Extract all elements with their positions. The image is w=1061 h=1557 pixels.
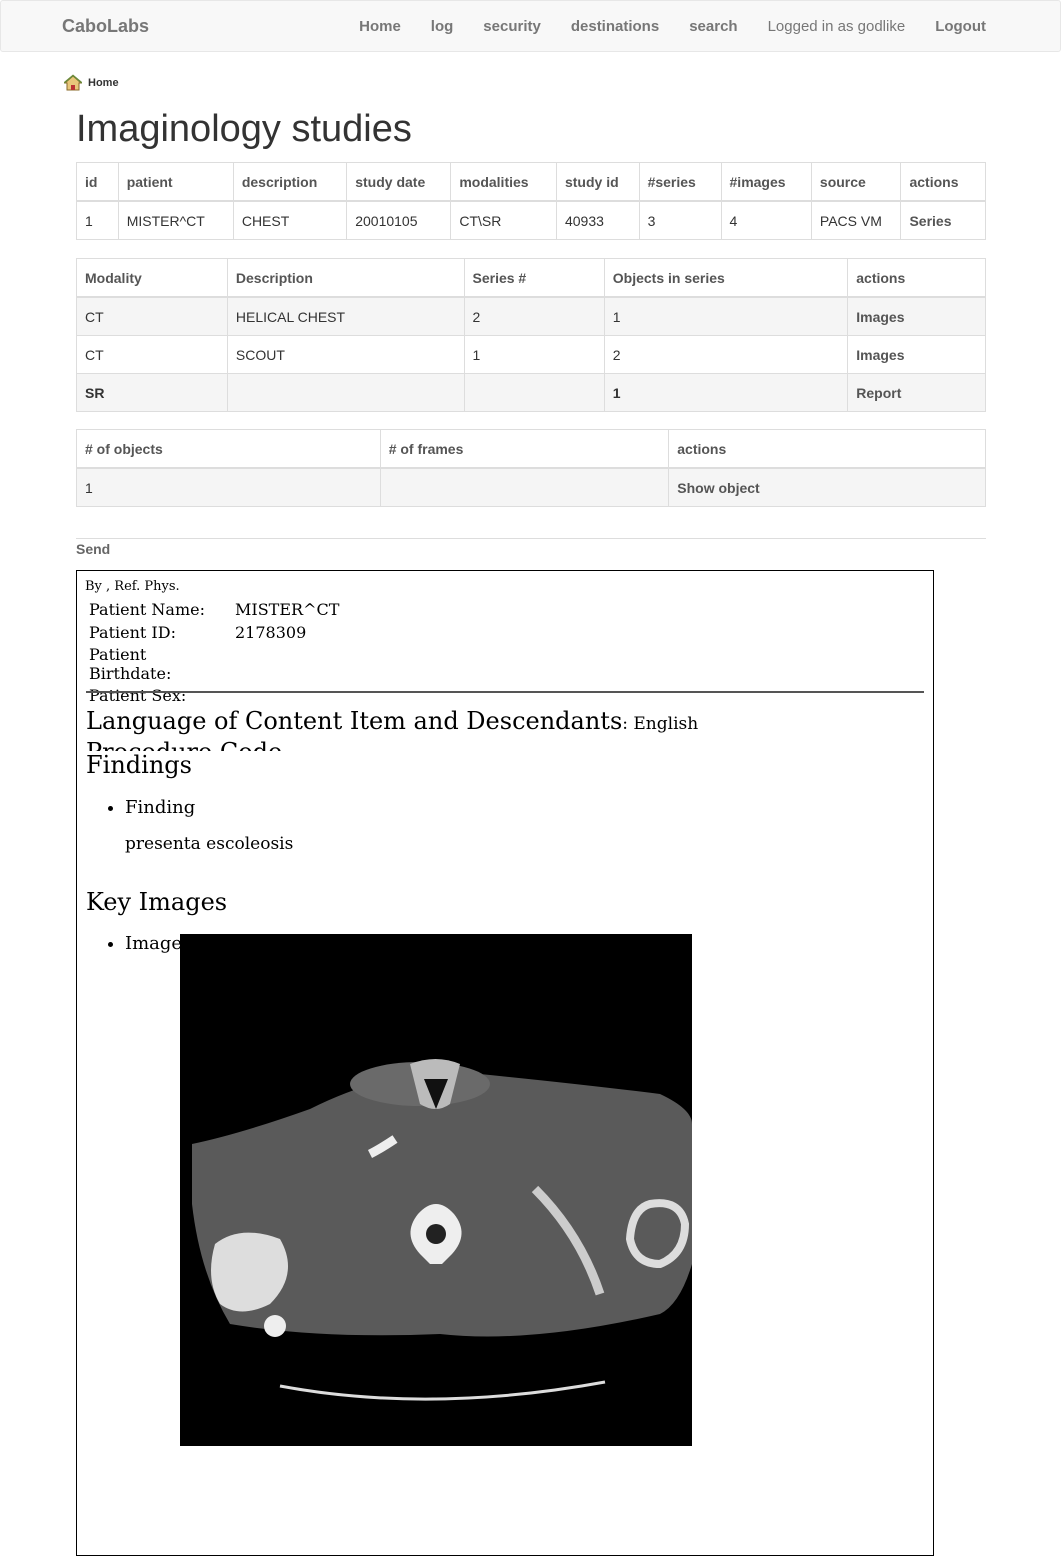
nav-security[interactable]: security	[483, 18, 541, 35]
navbar: CaboLabs Home log security destinations …	[0, 0, 1061, 52]
table-cell	[463, 373, 605, 412]
action-link[interactable]: Series	[900, 200, 986, 240]
nav-search[interactable]: search	[689, 18, 737, 35]
table-cell	[379, 467, 670, 507]
table-cell: CT	[76, 296, 228, 336]
send-button[interactable]: Send	[76, 541, 110, 557]
series-header: Description	[226, 258, 465, 298]
series-header: actions	[847, 258, 986, 298]
patient-sex-value	[232, 684, 342, 707]
page-title: Imaginology studies	[76, 108, 412, 150]
language-heading: Language of Content Item and Descendants…	[86, 707, 698, 735]
table-cell: 3	[638, 200, 722, 240]
action-link[interactable]: Images	[847, 335, 986, 374]
table-cell: 4	[720, 200, 812, 240]
table-row: SR 1 Report	[76, 373, 986, 412]
table-cell: 1	[603, 296, 849, 336]
studies-header: study date	[346, 162, 452, 202]
studies-header: actions	[900, 162, 986, 202]
action-link[interactable]: Show object	[668, 467, 986, 507]
findings-list: Finding	[107, 797, 195, 818]
patient-name-value: MISTER^CT	[235, 600, 340, 619]
finding-item: Finding	[125, 797, 195, 818]
key-images-list: Image	[107, 933, 182, 954]
patient-sex-label: Patient Sex:	[89, 686, 187, 705]
table-cell: 1	[76, 200, 119, 240]
patient-birthdate-value	[232, 644, 342, 684]
nav-destinations[interactable]: destinations	[571, 18, 659, 35]
table-cell: CT	[76, 335, 228, 374]
table-cell	[226, 373, 465, 412]
patient-name-label: Patient Name:	[89, 600, 205, 619]
patient-birthdate-label: Patient Birthdate:	[89, 645, 172, 683]
nav-home[interactable]: Home	[359, 18, 401, 35]
findings-heading: Findings	[86, 751, 192, 779]
table-cell: 1	[603, 373, 849, 412]
table-row: 1 MISTER^CT CHEST 20010105 CT\SR 40933 3 4 PACS …	[76, 200, 986, 240]
table-cell: SCOUT	[226, 335, 465, 374]
table-cell: MISTER^CT	[117, 200, 234, 240]
brand-link[interactable]: CaboLabs	[62, 16, 149, 37]
table-row: CT HELICAL CHEST 2 1 Images	[76, 296, 986, 336]
nav-log[interactable]: log	[431, 18, 454, 35]
logout-link[interactable]: Logout	[935, 18, 986, 35]
breadcrumb: Home	[63, 74, 119, 92]
table-cell: 1	[463, 335, 605, 374]
home-icon	[63, 74, 83, 92]
report-divider	[86, 691, 924, 693]
studies-header: patient	[117, 162, 234, 202]
sr-report-frame: By , Ref. Phys. Patient Name: MISTER^CT P…	[76, 570, 934, 1556]
language-label: Language of Content Item and Descendants	[86, 707, 623, 735]
ct-key-image	[180, 934, 692, 1446]
studies-header: id	[76, 162, 119, 202]
patient-id-value: 2178309	[235, 623, 307, 642]
patient-id-label: Patient ID:	[89, 623, 176, 642]
series-header: Series #	[463, 258, 605, 298]
objects-header: # of objects	[76, 429, 381, 469]
table-cell: HELICAL CHEST	[226, 296, 465, 336]
studies-header: study id	[555, 162, 640, 202]
studies-table: id patient description study date modalities…	[76, 162, 986, 240]
image-item: Image	[125, 933, 182, 954]
procedure-code-heading: Procedure Code	[86, 737, 282, 751]
table-row: 1 Show object	[76, 467, 986, 507]
key-images-heading: Key Images	[86, 888, 228, 916]
finding-text: presenta escoleosis	[125, 834, 294, 854]
nav-links: Home log security destinations search Lo…	[329, 1, 986, 51]
table-cell: PACS VM	[810, 200, 902, 240]
table-cell: SR	[76, 373, 228, 412]
studies-header: #images	[720, 162, 812, 202]
divider	[76, 538, 986, 539]
studies-header: #series	[638, 162, 722, 202]
language-value: : English	[622, 714, 699, 734]
table-cell: 2	[463, 296, 605, 336]
objects-table: # of objects # of frames actions 1 Show obje…	[76, 429, 986, 507]
table-cell: 20010105	[346, 200, 452, 240]
table-row: CT SCOUT 1 2 Images	[76, 335, 986, 374]
series-header: Objects in series	[603, 258, 849, 298]
table-cell: 1	[76, 467, 381, 507]
action-link[interactable]: Images	[847, 296, 986, 336]
series-table: Modality Description Series # Objects in se…	[76, 258, 986, 412]
studies-header: source	[810, 162, 902, 202]
logged-in-text: Logged in as godlike	[767, 17, 906, 35]
series-header: Modality	[76, 258, 228, 298]
action-link[interactable]: Report	[847, 373, 986, 412]
breadcrumb-home[interactable]: Home	[88, 77, 119, 89]
table-cell: 40933	[555, 200, 640, 240]
report-author: By , Ref. Phys.	[85, 579, 180, 594]
studies-header: modalities	[450, 162, 557, 202]
table-cell: CT\SR	[450, 200, 557, 240]
objects-header: # of frames	[379, 429, 670, 469]
studies-header: description	[232, 162, 348, 202]
table-cell: CHEST	[232, 200, 348, 240]
table-cell: 2	[603, 335, 849, 374]
objects-header: actions	[668, 429, 986, 469]
